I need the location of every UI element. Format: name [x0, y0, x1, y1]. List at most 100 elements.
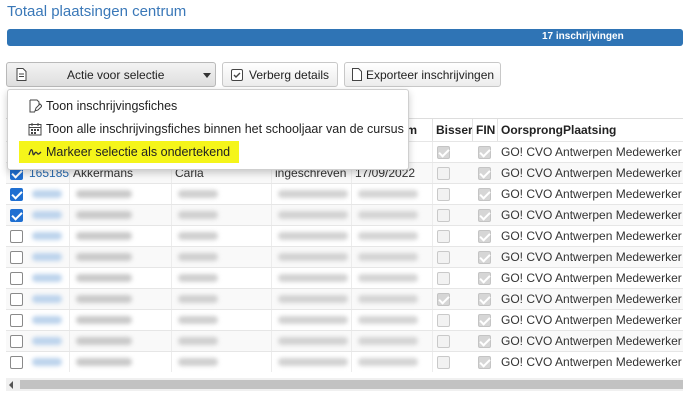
cell-oorsprong: GO! CVO Antwerpen Medewerker	[501, 271, 682, 285]
cell-oorsprong: GO! CVO Antwerpen Medewerker	[501, 334, 682, 348]
bisser-checkbox	[437, 146, 450, 159]
cell-oorsprong: GO! CVO Antwerpen Medewerker	[501, 166, 682, 180]
row-select-checkbox[interactable]	[10, 314, 23, 327]
document-icon	[16, 68, 27, 81]
file-icon	[352, 68, 362, 81]
fin-checkbox	[478, 272, 491, 285]
cell-date	[352, 184, 433, 204]
column-header-fin[interactable]: FIN	[473, 119, 498, 141]
bisser-checkbox	[437, 314, 450, 327]
redacted-text	[358, 358, 418, 366]
cell-name	[70, 352, 172, 372]
fin-checkbox	[478, 167, 491, 180]
table-row[interactable]: GO! CVO Antwerpen Medewerker	[6, 225, 683, 246]
table-row[interactable]: GO! CVO Antwerpen Medewerker	[6, 246, 683, 267]
row-select-checkbox[interactable]	[10, 335, 23, 348]
cell-oorsprong: GO! CVO Antwerpen Medewerker	[501, 313, 682, 327]
exporteer-label: Exporteer inschrijvingen	[366, 67, 495, 82]
cell-name	[70, 184, 172, 204]
horizontal-scrollbar[interactable]	[6, 378, 683, 391]
table-row[interactable]: GO! CVO Antwerpen Medewerker	[6, 288, 683, 309]
row-select-checkbox[interactable]	[10, 251, 23, 264]
cell-first	[172, 352, 272, 372]
cell-date	[352, 247, 433, 267]
row-select-checkbox[interactable]	[10, 356, 23, 369]
table-row[interactable]: GO! CVO Antwerpen Medewerker	[6, 267, 683, 288]
row-select-checkbox[interactable]	[10, 188, 23, 201]
cell-status	[272, 247, 352, 267]
page-title: Totaal plaatsingen centrum	[7, 3, 187, 20]
actie-voor-selectie-dropdown[interactable]: Actie voor selectie	[6, 62, 216, 87]
redacted-text	[178, 232, 218, 240]
bisser-checkbox	[437, 230, 450, 243]
cell-status	[272, 289, 352, 309]
bisser-checkbox	[437, 293, 450, 306]
menu-item-toon-fiches[interactable]: Toon inschrijvingsfiches	[8, 95, 408, 117]
redacted-text	[358, 190, 418, 198]
redacted-text	[278, 337, 348, 345]
redacted-text	[178, 211, 218, 219]
cell-first	[172, 205, 272, 225]
cell-first	[172, 310, 272, 330]
table-row[interactable]: GO! CVO Antwerpen Medewerker	[6, 309, 683, 330]
redacted-text	[358, 253, 418, 261]
redacted-text	[76, 274, 132, 282]
column-header-oorsprong[interactable]: OorsprongPlaatsing	[498, 119, 683, 141]
redacted-text	[358, 316, 418, 324]
fin-checkbox	[478, 314, 491, 327]
progress-label: 17 inschrijvingen	[542, 31, 624, 42]
menu-item-toon-alle-fiches[interactable]: Toon alle inschrijvingsfiches binnen het…	[8, 118, 408, 140]
redacted-text	[76, 358, 132, 366]
checkbox-icon	[231, 68, 243, 81]
table-row[interactable]: GO! CVO Antwerpen Medewerker	[6, 351, 683, 372]
cell-status	[272, 268, 352, 288]
column-header-bisser[interactable]: Bisser	[433, 119, 473, 141]
table-row[interactable]: GO! CVO Antwerpen Medewerker	[6, 183, 683, 204]
bisser-checkbox	[437, 335, 450, 348]
redacted-text	[178, 295, 218, 303]
cell-first	[172, 289, 272, 309]
cell-first	[172, 268, 272, 288]
redacted-text	[76, 316, 132, 324]
redacted-text	[32, 337, 62, 345]
redacted-text	[278, 190, 348, 198]
calendar-icon	[28, 123, 42, 136]
cell-num	[26, 331, 70, 351]
cell-oorsprong: GO! CVO Antwerpen Medewerker	[501, 187, 682, 201]
row-select-checkbox[interactable]	[10, 272, 23, 285]
cell-oorsprong: GO! CVO Antwerpen Medewerker	[501, 250, 682, 264]
cell-date	[352, 310, 433, 330]
table-row[interactable]: GO! CVO Antwerpen Medewerker	[6, 330, 683, 351]
redacted-text	[358, 337, 418, 345]
redacted-text	[358, 211, 418, 219]
redacted-text	[32, 253, 62, 261]
cell-num	[26, 247, 70, 267]
verberg-details-button[interactable]: Verberg details	[222, 62, 338, 87]
row-select-checkbox[interactable]	[10, 230, 23, 243]
redacted-text	[178, 274, 218, 282]
cell-status	[272, 310, 352, 330]
signature-icon	[28, 148, 42, 156]
fin-checkbox	[478, 230, 491, 243]
actie-label: Actie voor selectie	[67, 68, 165, 82]
redacted-text	[76, 232, 132, 240]
scrollbar-thumb[interactable]	[20, 380, 683, 389]
scroll-left-icon[interactable]	[9, 381, 13, 389]
redacted-text	[178, 316, 218, 324]
menu-item-markeer-ondertekend[interactable]: Markeer selectie als ondertekend	[8, 141, 408, 163]
row-select-checkbox[interactable]	[10, 293, 23, 306]
redacted-text	[32, 190, 62, 198]
cell-num	[26, 205, 70, 225]
redacted-text	[76, 253, 132, 261]
cell-date	[352, 352, 433, 372]
table-row[interactable]: GO! CVO Antwerpen Medewerker	[6, 204, 683, 225]
redacted-text	[278, 358, 348, 366]
bisser-checkbox	[437, 356, 450, 369]
cell-name	[70, 268, 172, 288]
fin-checkbox	[478, 209, 491, 222]
row-select-checkbox[interactable]	[10, 209, 23, 222]
fin-checkbox	[478, 335, 491, 348]
exporteer-button[interactable]: Exporteer inschrijvingen	[344, 62, 501, 87]
cell-num	[26, 226, 70, 246]
menu-item-label: Markeer selectie als ondertekend	[46, 145, 231, 159]
